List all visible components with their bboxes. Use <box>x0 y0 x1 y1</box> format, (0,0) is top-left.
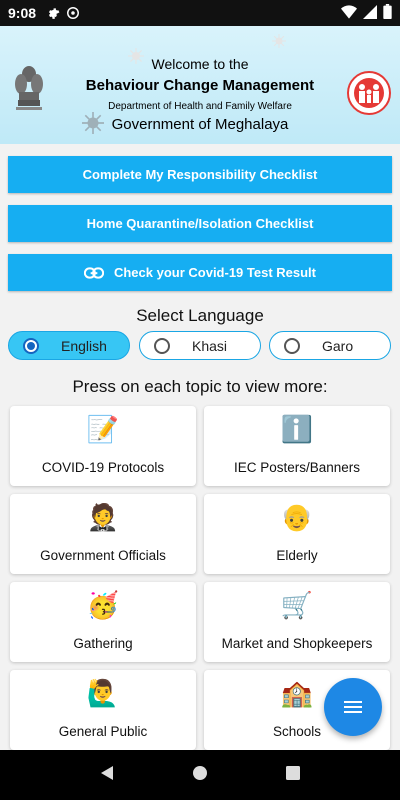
header-banner: Welcome to the Behaviour Change Manageme… <box>0 26 400 144</box>
topic-label: Government Officials <box>40 548 166 563</box>
select-language-title: Select Language <box>136 306 264 325</box>
test-result-label: Check your Covid-19 Test Result <box>113 265 317 280</box>
topic-label: Elderly <box>276 548 318 563</box>
language-option-garo[interactable]: Garo <box>269 331 391 360</box>
topic-card-covid-protocols[interactable]: 📝 COVID-19 Protocols <box>10 406 196 486</box>
topic-label: Gathering <box>73 636 133 651</box>
wifi-icon <box>341 4 357 22</box>
memo-icon: 📝 <box>86 414 120 444</box>
topic-label: General Public <box>58 724 148 739</box>
topic-card-government-officials[interactable]: 🤵 Government Officials <box>10 494 196 574</box>
topic-card-iec-posters[interactable]: ℹ️ IEC Posters/Banners <box>204 406 390 486</box>
language-label: English <box>61 337 107 354</box>
department-text: Department of Health and Family Welfare <box>108 101 292 112</box>
topic-label: COVID-19 Protocols <box>41 460 165 475</box>
menu-icon <box>344 701 362 713</box>
responsibility-checklist-label: Complete My Responsibility Checklist <box>82 167 318 182</box>
menu-fab-button[interactable] <box>324 678 382 736</box>
government-text: Government of Meghalaya <box>111 116 289 133</box>
quarantine-checklist-label: Home Quarantine/Isolation Checklist <box>86 216 314 231</box>
radio-selected-icon <box>23 337 39 354</box>
family-welfare-logo <box>347 71 391 115</box>
topic-card-general-public[interactable]: 🙋‍♂️ General Public <box>10 670 196 750</box>
responsibility-checklist-button[interactable]: Complete My Responsibility Checklist <box>8 156 392 193</box>
language-label: Garo <box>322 337 354 354</box>
person-raising-hand-icon: 🙋‍♂️ <box>86 678 120 708</box>
topic-card-elderly[interactable]: 👴 Elderly <box>204 494 390 574</box>
party-face-icon: 🥳 <box>86 590 120 620</box>
recents-icon[interactable] <box>285 765 301 786</box>
topic-card-gathering[interactable]: 🥳 Gathering <box>10 582 196 662</box>
topic-label: Market and Shopkeepers <box>221 636 373 651</box>
status-time: 9:08 <box>8 5 37 21</box>
virus-decoration-icon <box>272 34 286 48</box>
welcome-text: Welcome to the <box>151 56 249 72</box>
back-icon[interactable] <box>99 765 115 786</box>
topic-label: IEC Posters/Banners <box>233 460 361 475</box>
shopping-cart-icon: 🛒 <box>280 590 314 620</box>
home-icon[interactable] <box>192 765 208 786</box>
language-option-khasi[interactable]: Khasi <box>139 331 261 360</box>
app-title: Behaviour Change Management <box>85 77 315 94</box>
at-sign-icon <box>66 6 80 20</box>
system-nav-bar <box>0 750 400 800</box>
link-icon <box>83 266 104 279</box>
language-label: Khasi <box>192 337 228 354</box>
old-man-icon: 👴 <box>280 502 314 532</box>
quarantine-checklist-button[interactable]: Home Quarantine/Isolation Checklist <box>8 205 392 242</box>
info-icon: ℹ️ <box>280 414 314 444</box>
radio-unselected-icon <box>154 337 170 354</box>
language-option-english[interactable]: English <box>8 331 130 360</box>
signal-icon <box>363 4 377 22</box>
topics-title: Press on each topic to view more: <box>72 377 328 396</box>
battery-icon <box>383 4 392 22</box>
topic-card-market-shopkeepers[interactable]: 🛒 Market and Shopkeepers <box>204 582 390 662</box>
official-person-icon: 🤵 <box>86 502 120 532</box>
gear-icon <box>46 6 60 20</box>
status-bar: 9:08 <box>0 0 400 26</box>
test-result-button[interactable]: Check your Covid-19 Test Result <box>8 254 392 291</box>
radio-unselected-icon <box>284 337 300 354</box>
